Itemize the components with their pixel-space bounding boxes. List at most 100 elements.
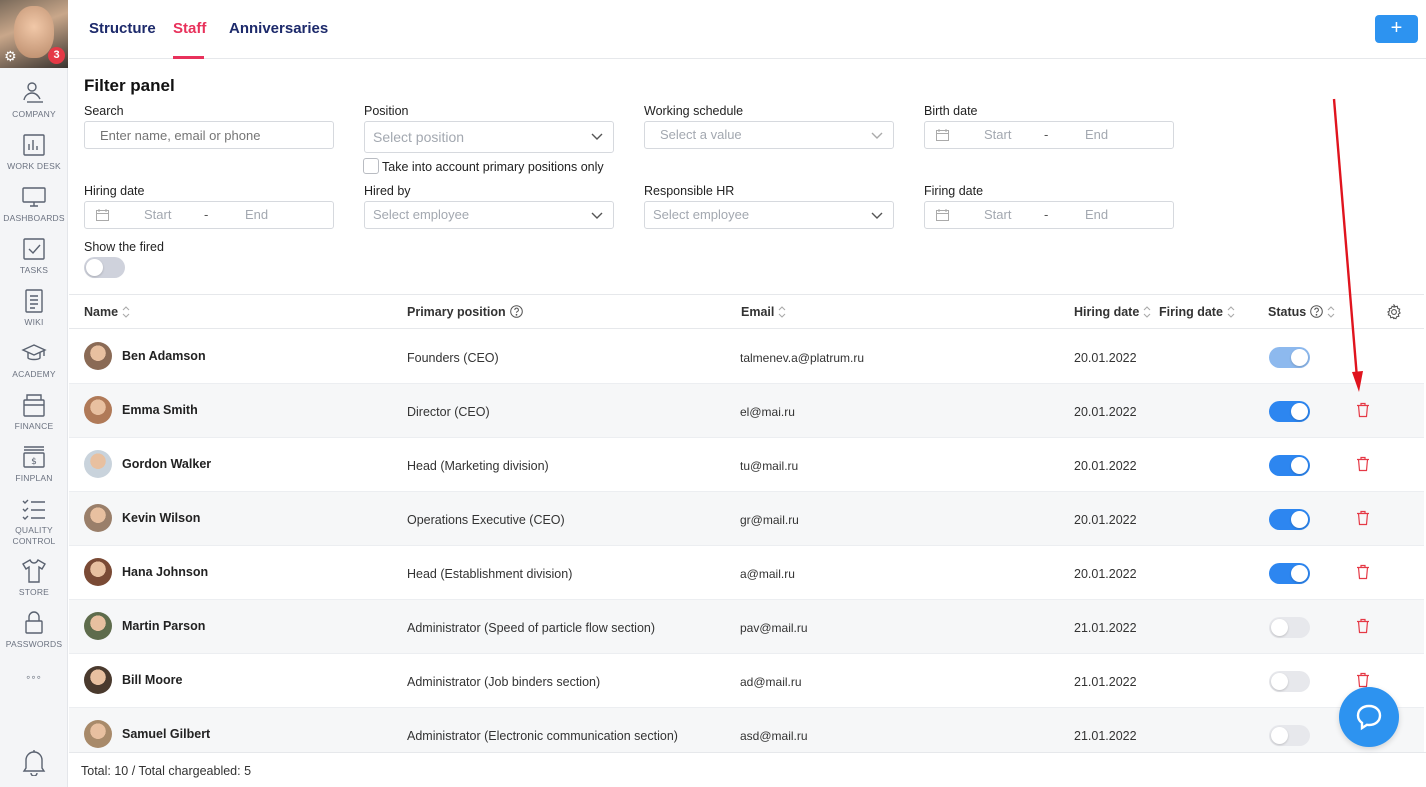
firing-date-start[interactable]: Start <box>984 202 1011 228</box>
status-toggle[interactable] <box>1269 509 1310 530</box>
column-header-name[interactable]: Name <box>84 305 130 319</box>
avatar <box>84 666 112 694</box>
sidebar-item-label: TASKS <box>19 265 49 275</box>
sidebar-item-label: FINANCE <box>14 421 54 431</box>
table-row[interactable]: Martin Parson Administrator (Speed of par… <box>69 600 1424 654</box>
primary-positions-checkbox[interactable] <box>363 158 379 174</box>
status-toggle[interactable] <box>1269 671 1310 692</box>
tab-staff[interactable]: Staff <box>173 20 206 37</box>
avatar <box>84 342 112 370</box>
status-toggle[interactable] <box>1269 455 1310 476</box>
more-menu-icon[interactable]: ◦◦◦ <box>0 670 68 684</box>
responsible-hr-select[interactable]: Select employee <box>644 201 894 229</box>
tab-structure[interactable]: Structure <box>89 20 156 37</box>
calendar-icon <box>936 209 949 221</box>
employee-name[interactable]: Hana Johnson <box>122 565 208 579</box>
firing-date-end[interactable]: End <box>1085 202 1108 228</box>
table-row[interactable]: Emma Smith Director (CEO) el@mai.ru 20.01.2… <box>69 384 1424 438</box>
column-header-hiring-date[interactable]: Hiring date <box>1074 305 1151 319</box>
employee-name[interactable]: Samuel Gilbert <box>122 727 210 741</box>
status-toggle[interactable] <box>1269 401 1310 422</box>
show-fired-toggle[interactable] <box>84 257 125 278</box>
sidebar-item-work-desk[interactable]: WORK DESK <box>0 132 68 172</box>
employee-name[interactable]: Martin Parson <box>122 619 205 633</box>
employee-email: talmenev.a@platrum.ru <box>740 351 865 365</box>
chat-support-button[interactable] <box>1339 687 1399 747</box>
delete-icon[interactable] <box>1356 456 1370 472</box>
table-row[interactable]: Kevin Wilson Operations Executive (CEO) gr… <box>69 492 1424 546</box>
avatar <box>84 396 112 424</box>
status-toggle[interactable] <box>1269 347 1310 368</box>
toggle-knob <box>1271 727 1288 744</box>
hired-by-label: Hired by <box>364 184 411 198</box>
sidebar-item-company[interactable]: COMPANY <box>0 80 68 120</box>
sidebar-item-finance[interactable]: FINANCE <box>0 392 68 432</box>
sidebar-item-label: WIKI <box>24 317 44 327</box>
bell-icon[interactable] <box>21 748 47 776</box>
table-row[interactable]: Gordon Walker Head (Marketing division) tu… <box>69 438 1424 492</box>
status-toggle[interactable] <box>1269 617 1310 638</box>
add-employee-button[interactable]: + <box>1375 15 1418 43</box>
employee-email: pav@mail.ru <box>740 621 808 635</box>
delete-icon[interactable] <box>1356 672 1370 688</box>
chevron-down-icon <box>591 133 603 140</box>
tab-anniversaries[interactable]: Anniversaries <box>229 20 328 37</box>
column-header-email[interactable]: Email <box>741 305 786 319</box>
hiring-date-end[interactable]: End <box>245 202 268 228</box>
sidebar-item-label: WORK DESK <box>7 161 61 171</box>
sidebar-item-tasks[interactable]: TASKS <box>0 236 68 276</box>
working-schedule-select[interactable]: Select a value <box>644 121 894 149</box>
sort-icon <box>1327 306 1335 318</box>
column-header-firing-date[interactable]: Firing date <box>1159 305 1235 319</box>
help-icon[interactable] <box>509 305 523 318</box>
chevron-down-icon <box>871 132 883 139</box>
employee-name[interactable]: Ben Adamson <box>122 349 206 363</box>
employee-hiring-date: 20.01.2022 <box>1074 351 1137 365</box>
help-icon[interactable] <box>1310 305 1324 318</box>
table-row[interactable]: Bill Moore Administrator (Job binders sec… <box>69 654 1424 708</box>
birth-date-start[interactable]: Start <box>984 122 1011 148</box>
status-toggle[interactable] <box>1269 563 1310 584</box>
checkbox-icon <box>23 238 45 260</box>
sidebar-item-store[interactable]: STORE <box>0 558 68 598</box>
hiring-date-start[interactable]: Start <box>144 202 171 228</box>
delete-icon[interactable] <box>1356 510 1370 526</box>
company-icon <box>23 82 43 103</box>
employee-name[interactable]: Emma Smith <box>122 403 198 417</box>
hiring-date-range[interactable]: Start - End <box>84 201 334 229</box>
hired-by-select[interactable]: Select employee <box>364 201 614 229</box>
sidebar-item-academy[interactable]: ACADEMY <box>0 340 68 380</box>
status-toggle[interactable] <box>1269 725 1310 746</box>
table-row[interactable]: Ben Adamson Founders (CEO) talmenev.a@plat… <box>69 330 1424 384</box>
column-header-label: Primary position <box>407 305 506 319</box>
employee-name[interactable]: Gordon Walker <box>122 457 211 471</box>
employee-name[interactable]: Bill Moore <box>122 673 182 687</box>
settings-gear-icon[interactable] <box>1386 304 1402 320</box>
money-icon: $ <box>23 446 45 468</box>
wallet-icon <box>23 394 45 417</box>
sidebar-item-quality-control[interactable]: QUALITY CONTROL <box>0 496 68 547</box>
position-select[interactable]: Select position <box>364 121 614 153</box>
chart-icon <box>23 134 45 156</box>
user-avatar[interactable]: ⚙ 3 <box>0 0 68 68</box>
delete-icon[interactable] <box>1356 564 1370 580</box>
sidebar-item-finplan[interactable]: $ FINPLAN <box>0 444 68 484</box>
employee-hiring-date: 21.01.2022 <box>1074 621 1137 635</box>
gear-icon[interactable]: ⚙ <box>4 48 17 65</box>
table-row[interactable]: Hana Johnson Head (Establishment division… <box>69 546 1424 600</box>
active-tab-indicator <box>173 56 204 59</box>
sidebar-item-passwords[interactable]: PASSWORDS <box>0 610 68 650</box>
sidebar-item-dashboards[interactable]: DASHBOARDS <box>0 184 68 224</box>
employee-name[interactable]: Kevin Wilson <box>122 511 200 525</box>
sidebar-item-wiki[interactable]: WIKI <box>0 288 68 328</box>
delete-icon[interactable] <box>1356 402 1370 418</box>
avatar <box>84 612 112 640</box>
column-header-status[interactable]: Status <box>1268 305 1335 319</box>
sidebar-item-label: FINPLAN <box>15 473 53 483</box>
birth-date-range[interactable]: Start - End <box>924 121 1174 149</box>
working-schedule-placeholder: Select a value <box>660 127 742 142</box>
delete-icon[interactable] <box>1356 618 1370 634</box>
birth-date-end[interactable]: End <box>1085 122 1108 148</box>
search-input[interactable] <box>84 121 334 149</box>
firing-date-range[interactable]: Start - End <box>924 201 1174 229</box>
